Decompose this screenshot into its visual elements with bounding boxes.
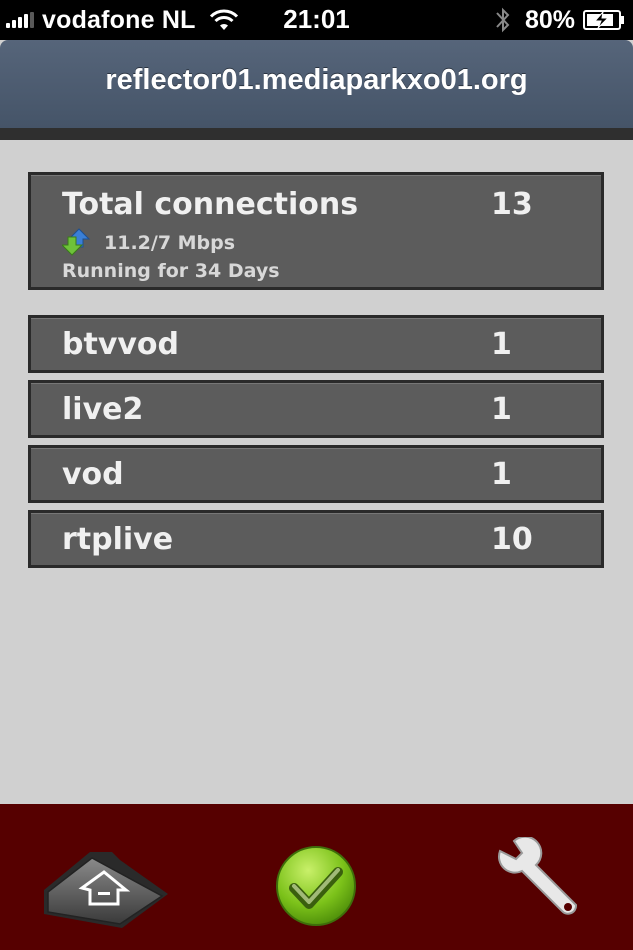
application-name: rtplive xyxy=(62,522,174,557)
list-item[interactable]: vod 1 xyxy=(28,445,604,503)
battery-charging-icon xyxy=(583,10,624,30)
application-connections: 1 xyxy=(491,457,512,492)
bandwidth-text: 11.2/7 Mbps xyxy=(104,232,236,254)
bluetooth-icon xyxy=(496,7,510,33)
application-connections: 1 xyxy=(491,392,512,427)
application-name: btvvod xyxy=(62,327,180,362)
home-folder-icon[interactable] xyxy=(42,844,170,930)
list-item[interactable]: rtplive 10 xyxy=(28,510,604,568)
total-connections-label: Total connections xyxy=(62,187,359,222)
page-title: reflector01.mediaparkxo01.org xyxy=(105,64,528,96)
status-bar: vodafone NL 21:01 80% xyxy=(0,0,633,40)
application-connections: 10 xyxy=(491,522,533,557)
checkmark-icon[interactable] xyxy=(274,844,358,928)
battery-percentage: 80% xyxy=(524,5,575,34)
bottom-toolbar xyxy=(0,804,633,950)
nav-header: reflector01.mediaparkxo01.org xyxy=(0,40,633,128)
list-item[interactable]: live2 1 xyxy=(28,380,604,438)
total-connections-count: 13 xyxy=(491,187,533,222)
total-connections-card[interactable]: Total connections 13 11.2/7 Mbps Running… xyxy=(28,172,604,290)
main-content: Total connections 13 11.2/7 Mbps Running… xyxy=(0,140,633,804)
application-name: live2 xyxy=(62,392,144,427)
uptime-text: Running for 34 Days xyxy=(62,260,280,282)
application-connections: 1 xyxy=(491,327,512,362)
list-item[interactable]: btvvod 1 xyxy=(28,315,604,373)
status-right: 80% xyxy=(493,4,625,36)
application-name: vod xyxy=(62,457,124,492)
wrench-icon[interactable] xyxy=(492,837,584,927)
up-down-arrows-icon xyxy=(62,228,91,256)
header-divider xyxy=(0,128,633,140)
